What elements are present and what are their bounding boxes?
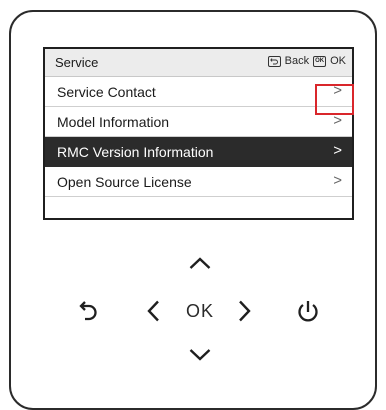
chevron-right-icon: > xyxy=(333,172,342,189)
menu-item-label: Open Source License xyxy=(57,174,192,190)
chevron-left-icon xyxy=(147,300,159,322)
ok-hint-label: OK xyxy=(330,55,346,67)
menu-item-label: Model Information xyxy=(57,114,170,130)
menu-item-label: Service Contact xyxy=(57,84,156,100)
display-screen: Service Back OK OK Service Contact > Mod… xyxy=(43,47,354,220)
power-icon xyxy=(298,301,318,322)
left-button[interactable] xyxy=(143,298,163,324)
up-button[interactable] xyxy=(187,254,213,272)
down-button[interactable] xyxy=(187,346,213,364)
chevron-down-icon xyxy=(189,349,211,361)
highlight-box xyxy=(315,84,354,115)
right-button[interactable] xyxy=(235,298,255,324)
back-icon xyxy=(267,55,281,67)
menu-item-open-source-license[interactable]: Open Source License > xyxy=(45,167,352,197)
back-button[interactable] xyxy=(76,299,102,325)
service-menu: Service Contact > Model Information > RM… xyxy=(45,77,352,197)
power-button[interactable] xyxy=(294,297,322,327)
menu-item-rmc-version-information[interactable]: RMC Version Information > xyxy=(45,137,352,167)
menu-item-model-information[interactable]: Model Information > xyxy=(45,107,352,137)
ok-key-icon: OK xyxy=(313,55,327,67)
back-icon xyxy=(79,301,97,321)
ok-button-label: OK xyxy=(185,300,214,321)
chevron-up-icon xyxy=(189,257,211,269)
back-hint-label: Back xyxy=(284,55,310,67)
key-hints: Back OK OK xyxy=(267,55,346,67)
chevron-right-icon: > xyxy=(333,142,342,159)
chevron-right-icon xyxy=(239,300,251,322)
menu-item-label: RMC Version Information xyxy=(57,144,214,160)
ok-button[interactable]: OK xyxy=(178,298,222,324)
screen-header: Service Back OK OK xyxy=(45,49,352,77)
screen-title: Service xyxy=(55,55,99,70)
menu-item-service-contact[interactable]: Service Contact > xyxy=(45,77,352,107)
